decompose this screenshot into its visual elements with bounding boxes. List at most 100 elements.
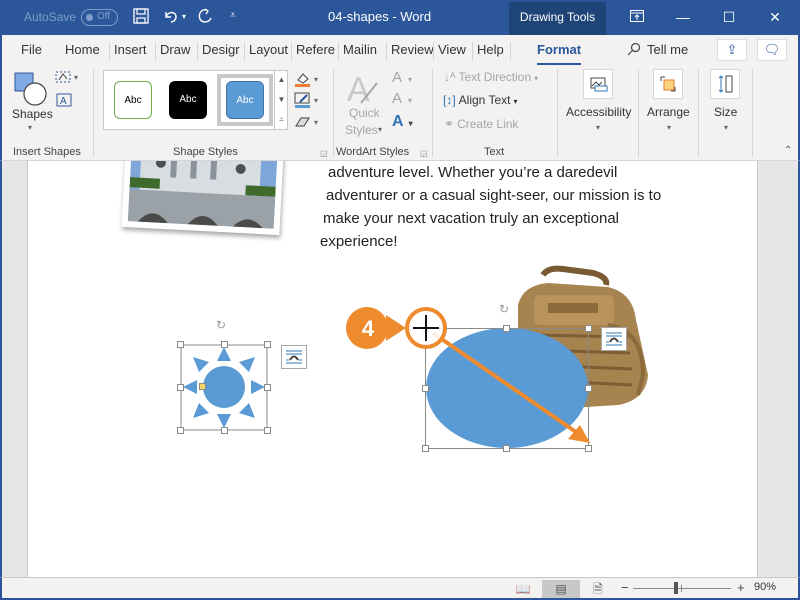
zoom-100-tick bbox=[681, 585, 682, 592]
edit-shape-icon[interactable]: ▾ bbox=[55, 70, 81, 87]
maximize-button[interactable]: ☐ bbox=[706, 0, 752, 35]
resize-handle[interactable] bbox=[177, 384, 184, 391]
svg-text:▾: ▾ bbox=[314, 118, 318, 127]
arrange-dropdown-icon[interactable]: ▾ bbox=[667, 123, 671, 132]
print-layout-icon[interactable]: ▤ bbox=[542, 580, 580, 598]
web-layout-icon[interactable]: 🗎 bbox=[585, 580, 611, 598]
text-fill-icon[interactable]: A ▾ bbox=[392, 69, 412, 86]
tell-me-search[interactable]: Tell me bbox=[627, 42, 688, 57]
quick-styles-label-2[interactable]: Styles bbox=[345, 123, 378, 137]
shape-effects-icon[interactable]: ▾ bbox=[294, 114, 322, 133]
tab-review[interactable]: Review bbox=[386, 42, 434, 60]
sun-shape[interactable]: ↻ bbox=[177, 318, 271, 434]
shapes-dropdown-icon[interactable]: ▾ bbox=[28, 123, 32, 132]
customize-qat-icon[interactable]: ⩡ bbox=[230, 10, 236, 21]
layout-options-button[interactable] bbox=[281, 345, 307, 369]
svg-text:▾: ▾ bbox=[74, 73, 78, 82]
tab-help[interactable]: Help bbox=[472, 42, 504, 60]
accessibility-label[interactable]: Accessibility bbox=[566, 105, 631, 119]
resize-handle[interactable] bbox=[221, 427, 228, 434]
zoom-out-button[interactable]: − bbox=[621, 580, 629, 595]
minimize-button[interactable]: — bbox=[660, 0, 706, 35]
save-icon[interactable] bbox=[132, 7, 150, 30]
svg-text:▾: ▾ bbox=[314, 96, 318, 105]
drag-arrow-line bbox=[431, 331, 588, 441]
read-mode-icon[interactable]: 📖 bbox=[510, 580, 536, 598]
text-outline-icon[interactable]: A ▾ bbox=[392, 90, 412, 107]
layout-options-icon bbox=[606, 332, 622, 346]
shape-style-swatch[interactable]: Abc bbox=[169, 81, 207, 119]
comments-button[interactable]: 🗨 bbox=[757, 39, 787, 61]
adjustment-handle[interactable] bbox=[199, 383, 206, 390]
quick-styles-icon[interactable]: A bbox=[347, 71, 381, 110]
resize-handle[interactable] bbox=[264, 341, 271, 348]
resize-handle[interactable] bbox=[221, 341, 228, 348]
shape-outline-icon[interactable]: ▾ bbox=[294, 92, 322, 111]
undo-dropdown-icon[interactable]: ▾ bbox=[182, 12, 186, 21]
share-button[interactable]: ⇪ bbox=[717, 39, 747, 61]
close-button[interactable]: ✕ bbox=[752, 0, 798, 35]
document-page[interactable]: adventure level. Whether you’re a darede… bbox=[27, 161, 758, 577]
body-paragraph[interactable]: adventure level. Whether you’re a darede… bbox=[320, 161, 661, 253]
layout-options-button[interactable] bbox=[601, 327, 627, 351]
create-link-button[interactable]: ⚭ Create Link bbox=[444, 117, 518, 131]
ribbon-display-options-button[interactable] bbox=[614, 0, 660, 35]
tab-references[interactable]: Refere bbox=[291, 42, 335, 60]
gallery-down-icon[interactable]: ▼ bbox=[275, 90, 288, 110]
zoom-slider-thumb[interactable] bbox=[673, 582, 678, 594]
text-box-icon[interactable]: A bbox=[56, 93, 72, 110]
zoom-percentage[interactable]: 90% bbox=[754, 581, 776, 593]
quick-styles-dropdown-icon[interactable]: ▾ bbox=[378, 125, 382, 134]
zoom-slider[interactable] bbox=[633, 582, 731, 594]
tab-mailings[interactable]: Mailin bbox=[338, 42, 377, 60]
resize-handle[interactable] bbox=[264, 427, 271, 434]
group-separator bbox=[93, 69, 94, 157]
arrange-icon[interactable] bbox=[653, 69, 683, 99]
tab-design[interactable]: Desigr bbox=[197, 42, 240, 60]
text-group-label: Text bbox=[484, 146, 505, 158]
autosave-toggle[interactable]: Off bbox=[81, 9, 118, 26]
collapse-ribbon-icon[interactable]: ⌃ bbox=[784, 145, 792, 156]
gallery-up-icon[interactable]: ▲ bbox=[275, 70, 288, 90]
paragraph-line: adventure level. Whether you’re a darede… bbox=[328, 164, 618, 181]
text-effects-icon[interactable]: A ▾ bbox=[392, 113, 413, 131]
gallery-more-icon[interactable]: ⩡ bbox=[275, 110, 288, 130]
undo-icon[interactable] bbox=[162, 7, 180, 30]
resize-handle[interactable] bbox=[177, 341, 184, 348]
shapes-label[interactable]: Shapes bbox=[12, 107, 53, 121]
tab-layout[interactable]: Layout bbox=[244, 42, 288, 60]
align-text-button[interactable]: [↕] Align Text ▾ bbox=[443, 93, 518, 107]
rotate-handle-icon[interactable]: ↻ bbox=[216, 318, 230, 332]
text-direction-button[interactable]: ↓ᴬ Text Direction ▾ bbox=[444, 70, 538, 84]
tab-home[interactable]: Home bbox=[65, 42, 100, 60]
zoom-in-button[interactable]: + bbox=[737, 580, 745, 595]
resize-handle[interactable] bbox=[264, 384, 271, 391]
shapes-gallery-icon[interactable] bbox=[12, 71, 48, 107]
size-label[interactable]: Size bbox=[714, 105, 737, 119]
shape-fill-icon[interactable]: ▾ bbox=[294, 71, 322, 90]
tab-draw[interactable]: Draw bbox=[155, 42, 190, 60]
tab-format[interactable]: Format bbox=[537, 42, 582, 66]
document-title: 04-shapes - Word bbox=[328, 9, 432, 24]
shape-style-swatch[interactable]: Abc bbox=[114, 81, 152, 119]
accessibility-dropdown-icon[interactable]: ▾ bbox=[596, 123, 600, 132]
travel-photo[interactable] bbox=[121, 161, 285, 236]
quick-styles-label[interactable]: Quick bbox=[349, 106, 380, 120]
tab-file[interactable]: File bbox=[21, 42, 42, 60]
drawing-tools-context-label: Drawing Tools bbox=[509, 2, 606, 35]
arrange-label[interactable]: Arrange bbox=[647, 105, 690, 119]
size-icon[interactable] bbox=[710, 69, 740, 99]
text-direction-label: Text Direction bbox=[458, 70, 532, 84]
size-dropdown-icon[interactable]: ▾ bbox=[724, 123, 728, 132]
create-link-label: Create Link bbox=[457, 117, 519, 131]
alt-text-icon[interactable] bbox=[583, 69, 613, 99]
tab-divider bbox=[510, 42, 511, 60]
redo-icon[interactable] bbox=[196, 7, 214, 30]
group-separator bbox=[333, 69, 334, 157]
wordart-launcher-icon[interactable]: ◲ bbox=[420, 149, 428, 158]
tab-insert[interactable]: Insert bbox=[109, 42, 147, 60]
shape-styles-launcher-icon[interactable]: ◲ bbox=[320, 149, 328, 158]
resize-handle[interactable] bbox=[177, 427, 184, 434]
tab-view[interactable]: View bbox=[433, 42, 466, 60]
shape-style-swatch-selected[interactable]: Abc bbox=[226, 81, 264, 119]
